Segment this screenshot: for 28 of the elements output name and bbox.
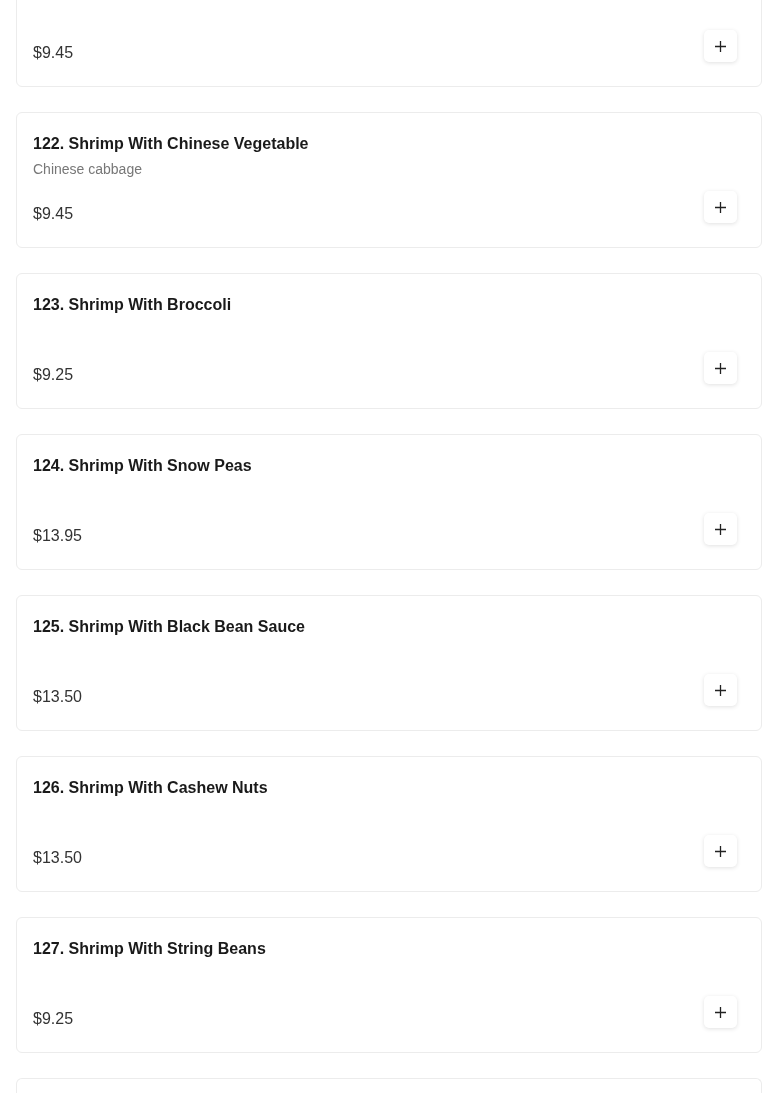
add-button[interactable] <box>704 835 737 867</box>
add-button[interactable] <box>704 513 737 545</box>
item-price: $9.25 <box>33 1010 74 1028</box>
item-price: $9.45 <box>33 205 74 223</box>
item-title: 125. Shrimp With Black Bean Sauce <box>33 617 305 637</box>
add-button[interactable] <box>704 191 737 223</box>
plus-icon <box>715 1006 726 1018</box>
plus-icon <box>715 845 726 857</box>
plus-icon <box>715 684 726 696</box>
item-title: 122. Shrimp With Chinese Vegetable <box>33 134 309 154</box>
item-title: 124. Shrimp With Snow Peas <box>33 456 252 476</box>
plus-icon <box>715 40 726 52</box>
plus-icon <box>715 523 726 535</box>
plus-icon <box>715 362 726 374</box>
item-title: 123. Shrimp With Broccoli <box>33 295 232 315</box>
add-button[interactable] <box>704 30 737 62</box>
add-button[interactable] <box>704 352 737 384</box>
item-price: $13.50 <box>33 849 82 867</box>
plus-icon <box>715 201 726 213</box>
item-price: $13.95 <box>33 527 82 545</box>
item-price: $13.50 <box>33 688 82 706</box>
item-description: Chinese cabbage <box>33 160 142 179</box>
add-button[interactable] <box>704 674 737 706</box>
item-title: 126. Shrimp With Cashew Nuts <box>33 778 268 798</box>
item-price: $9.45 <box>33 44 74 62</box>
item-title: 127. Shrimp With String Beans <box>33 939 266 959</box>
item-price: $9.25 <box>33 366 74 384</box>
add-button[interactable] <box>704 996 737 1028</box>
